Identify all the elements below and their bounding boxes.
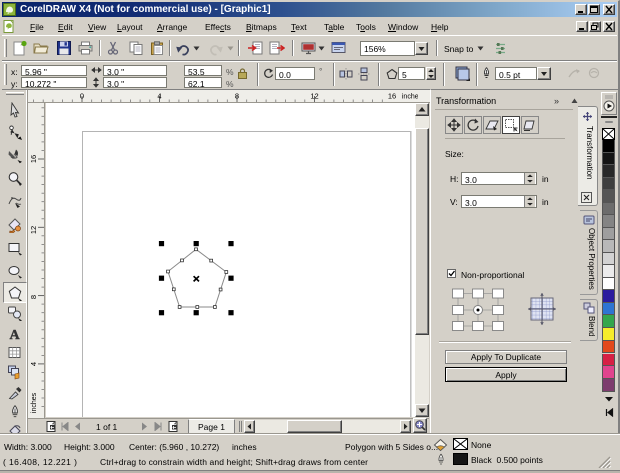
svg-text:16: 16: [29, 155, 38, 163]
svg-text:12: 12: [310, 92, 318, 101]
svg-text:inches: inches: [402, 94, 418, 101]
svg-text:inches: inches: [31, 392, 38, 413]
svg-text:8: 8: [29, 295, 38, 299]
svg-text:A: A: [9, 328, 20, 342]
svg-text:4: 4: [157, 92, 161, 101]
svg-text:0: 0: [80, 92, 84, 101]
svg-text:12: 12: [29, 226, 38, 234]
svg-text:4: 4: [29, 362, 38, 366]
svg-text:8: 8: [235, 92, 239, 101]
svg-text:16: 16: [388, 92, 396, 101]
